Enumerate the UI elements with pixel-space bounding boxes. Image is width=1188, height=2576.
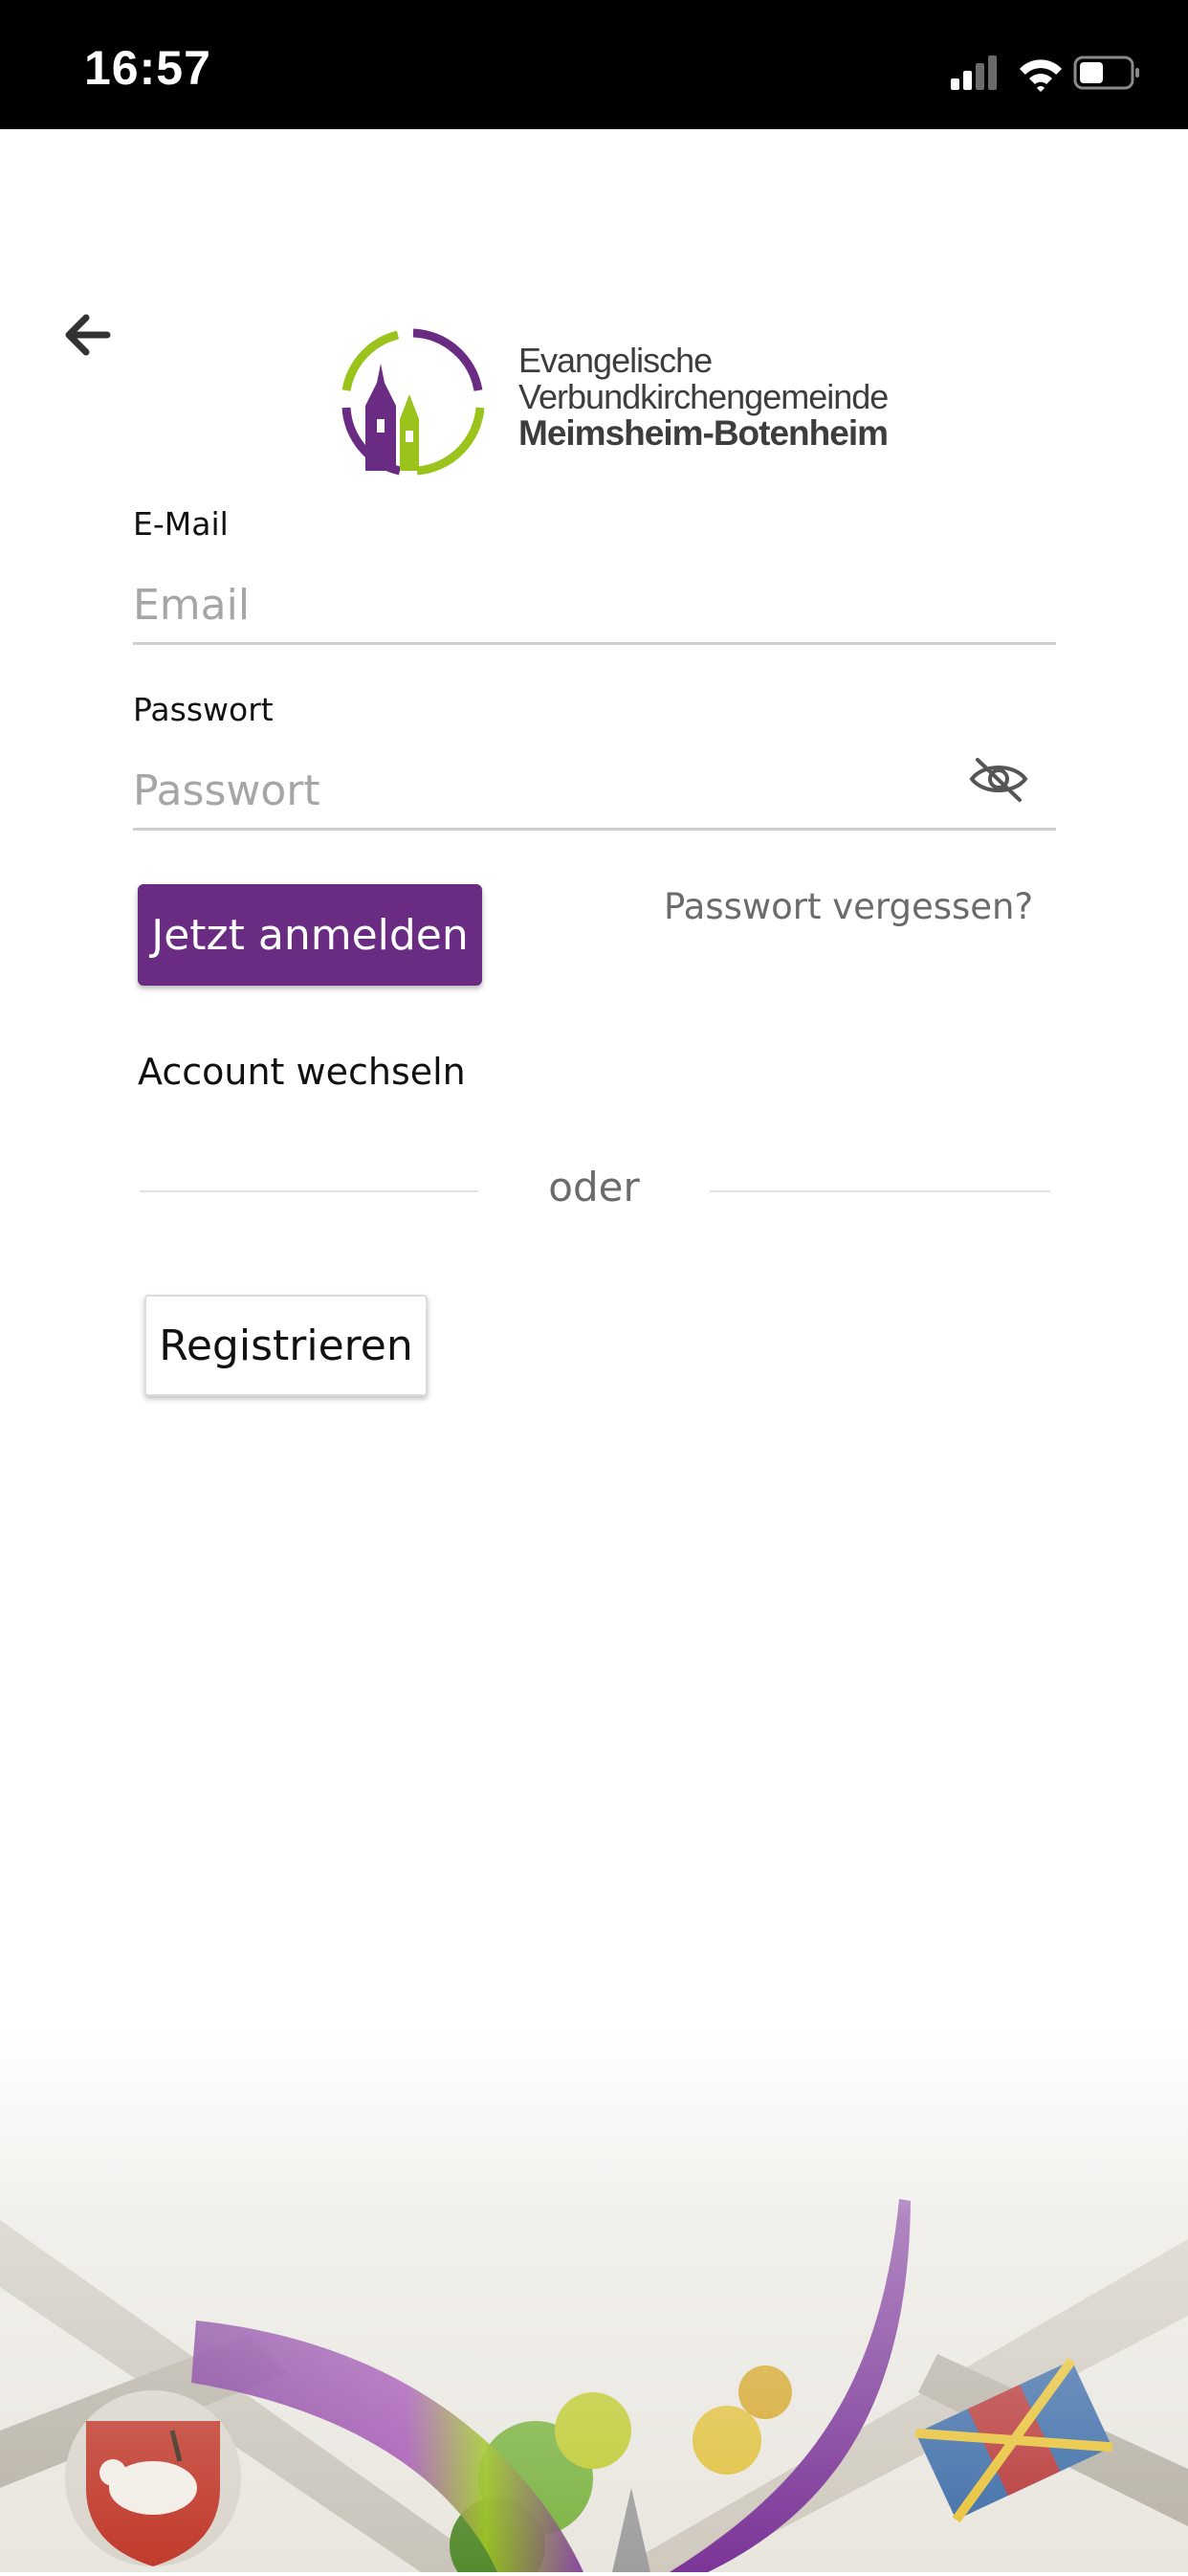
logo-line-2: Verbundkirchengemeinde [518,377,889,416]
arrow-left-icon [65,314,111,356]
switch-account-link[interactable]: Account wechseln [138,1051,466,1093]
signal-icon [951,56,997,90]
church-logo-icon [341,328,485,476]
email-label: E-Mail [133,505,229,543]
divider-right [710,1190,1050,1192]
battery-icon [1073,56,1139,90]
wifi-icon [1020,59,1062,92]
register-button[interactable]: Registrieren [144,1295,428,1396]
status-bar: 16:57 [0,0,1188,129]
password-field[interactable] [133,754,1056,831]
back-button[interactable] [57,304,119,366]
login-button[interactable]: Jetzt anmelden [138,884,482,986]
status-time: 16:57 [84,41,211,95]
divider-text: oder [548,1164,640,1210]
eye-off-icon [969,758,1028,802]
church-logo: Evangelische Verbundkirchengemeinde Meim… [337,327,889,477]
logo-text: Evangelische Verbundkirchengemeinde Meim… [518,341,889,453]
logo-line-1: Evangelische [518,341,713,380]
logo-line-3: Meimsheim-Botenheim [518,413,889,453]
footer-artwork [0,2029,1188,2576]
forgot-password-link[interactable]: Passwort vergessen? [664,886,1033,927]
password-label: Passwort [133,691,274,728]
status-icons [932,52,1142,94]
toggle-password-visibility[interactable] [968,752,1029,806]
email-field[interactable] [133,568,1056,645]
